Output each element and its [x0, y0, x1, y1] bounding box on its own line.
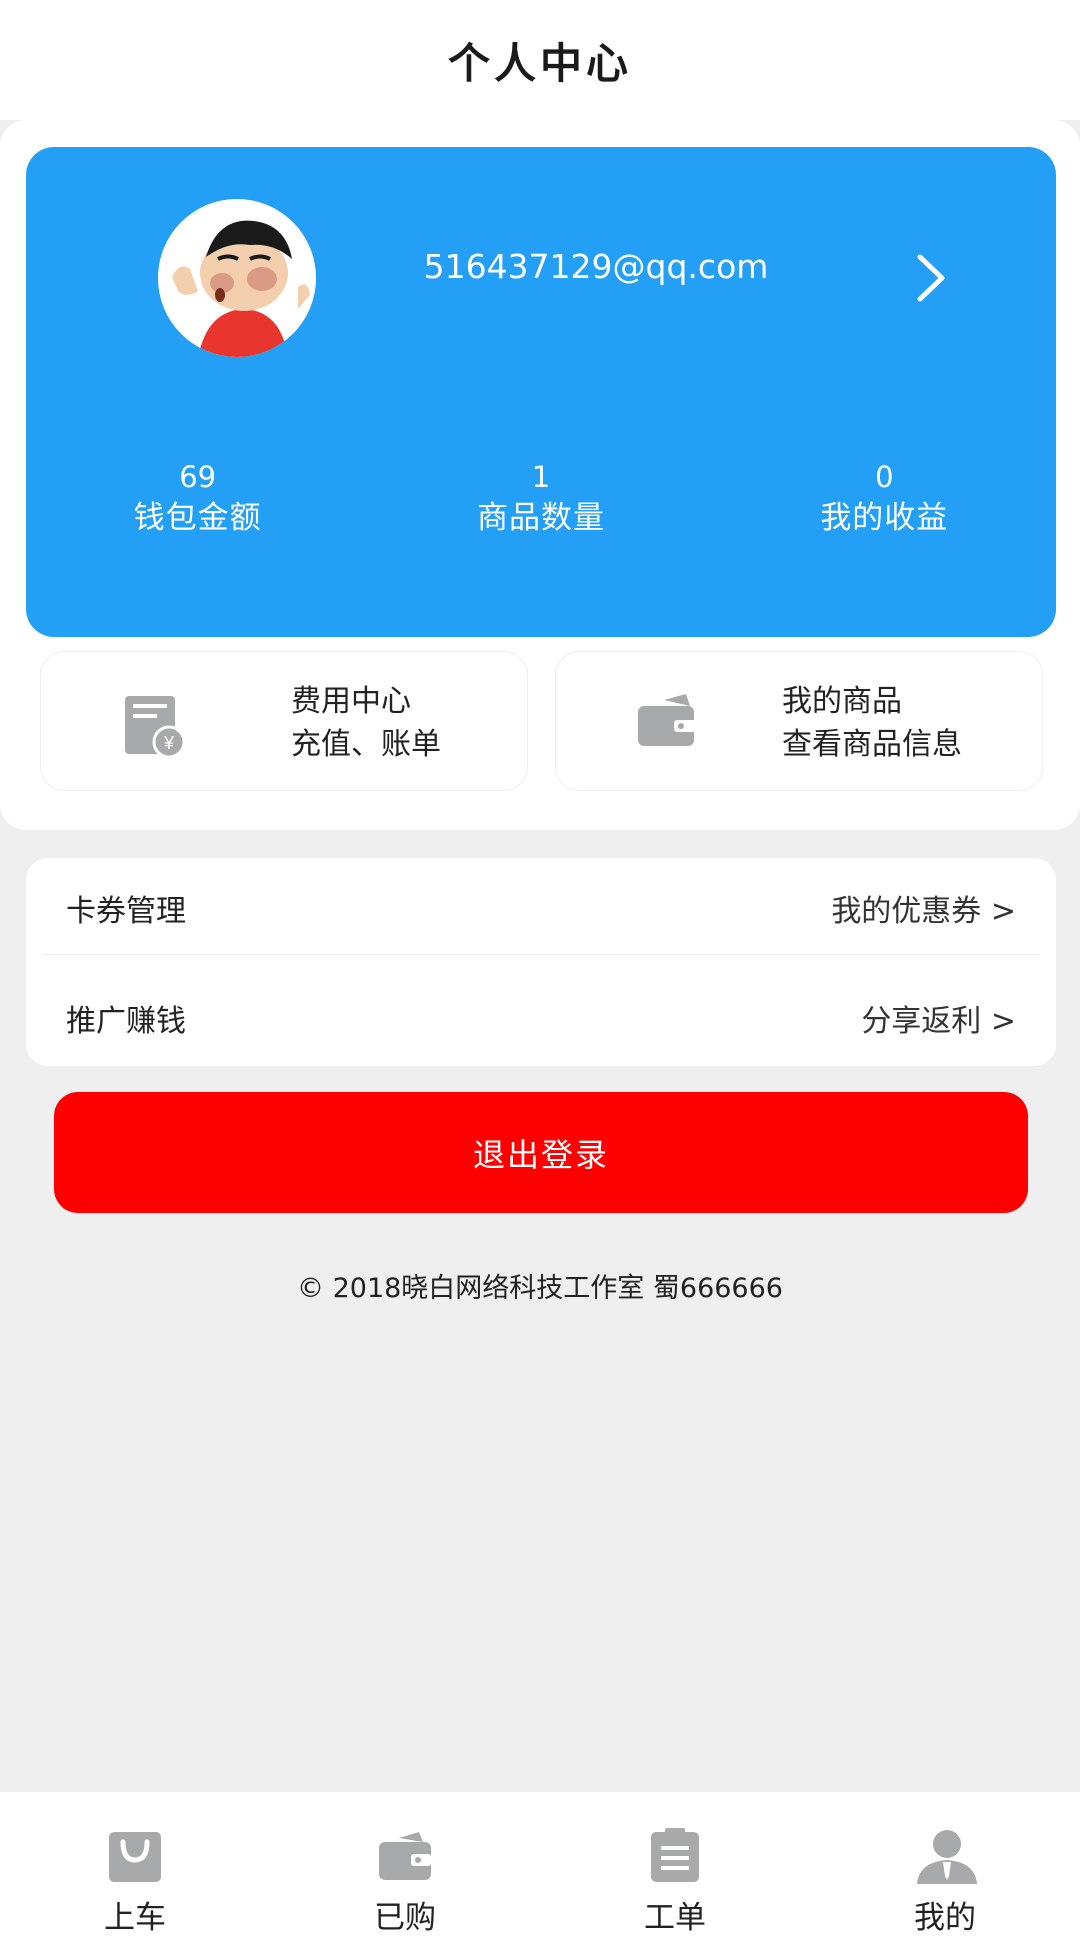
shortcut-subtitle: 充值、账单: [291, 727, 441, 762]
svg-text:¥: ¥: [163, 733, 175, 753]
wallet-icon: [375, 1828, 435, 1884]
logout-button[interactable]: 退出登录: [54, 1092, 1028, 1213]
user-email[interactable]: 516437129@qq.com: [396, 247, 796, 286]
fee-center-text: 费用中心 充值、账单: [291, 680, 441, 766]
tab-label: 工单: [644, 1900, 706, 1936]
stat-label: 钱包金额: [133, 500, 262, 536]
stat-label: 我的收益: [820, 500, 949, 536]
list-item-promotion[interactable]: 推广赚钱 分享返利 >: [26, 968, 1056, 1068]
stat-value: 0: [875, 460, 894, 494]
stat-products[interactable]: 1 商品数量: [369, 457, 712, 567]
shortcut-subtitle: 查看商品信息: [782, 727, 962, 762]
shopping-bag-icon: [105, 1828, 165, 1884]
tab-mine[interactable]: 我的: [810, 1792, 1080, 1951]
shortcut-title: 我的商品: [782, 684, 902, 719]
stat-value: 69: [179, 460, 217, 494]
header: 个人中心: [0, 0, 1080, 120]
stat-value: 1: [531, 460, 551, 494]
wallet-icon: [634, 690, 704, 760]
fee-center-card[interactable]: ¥ 费用中心 充值、账单: [40, 651, 528, 791]
shortcut-title: 费用中心: [291, 684, 411, 719]
avatar[interactable]: [158, 199, 316, 357]
my-products-text: 我的商品 查看商品信息: [782, 680, 962, 766]
page-title: 个人中心: [447, 38, 632, 88]
list-item-link[interactable]: 我的优惠券 >: [831, 886, 1016, 930]
tab-board[interactable]: 上车: [0, 1792, 270, 1951]
tab-label: 已购: [374, 1900, 436, 1936]
list-item-label: 推广赚钱: [66, 1004, 186, 1039]
tab-workorder[interactable]: 工单: [540, 1792, 810, 1951]
avatar-image: [158, 199, 316, 357]
tab-purchased[interactable]: 已购: [270, 1792, 540, 1951]
bill-yen-icon: ¥: [119, 690, 189, 760]
list-item-link[interactable]: 分享返利 >: [861, 996, 1016, 1040]
menu-list: 卡券管理 我的优惠券 > 推广赚钱 分享返利 >: [26, 858, 1056, 1066]
clipboard-icon: [645, 1828, 705, 1884]
list-item-label: 卡券管理: [66, 894, 186, 929]
my-products-card[interactable]: 我的商品 查看商品信息: [555, 651, 1043, 791]
tab-label: 我的: [914, 1900, 976, 1936]
user-icon: [915, 1828, 977, 1884]
copyright-text: © 2018晓白网络科技工作室 蜀666666: [297, 1273, 783, 1304]
bottom-tab-bar: 上车 已购 工单 我的: [0, 1792, 1080, 1951]
tab-label: 上车: [104, 1900, 166, 1936]
profile-page: 个人中心 516437129@qq.com 69 钱包金额 1 商品数量 0 我…: [0, 0, 1080, 1951]
stat-earnings[interactable]: 0 我的收益: [713, 457, 1056, 567]
profile-card[interactable]: 516437129@qq.com 69 钱包金额 1 商品数量 0 我的收益: [26, 147, 1056, 637]
stat-wallet[interactable]: 69 钱包金额: [26, 457, 369, 567]
stats-row: 69 钱包金额 1 商品数量 0 我的收益: [26, 457, 1056, 567]
stat-label: 商品数量: [476, 500, 605, 536]
list-item-coupons[interactable]: 卡券管理 我的优惠券 >: [26, 858, 1056, 958]
chevron-right-icon[interactable]: [906, 253, 956, 303]
divider: [42, 954, 1040, 955]
